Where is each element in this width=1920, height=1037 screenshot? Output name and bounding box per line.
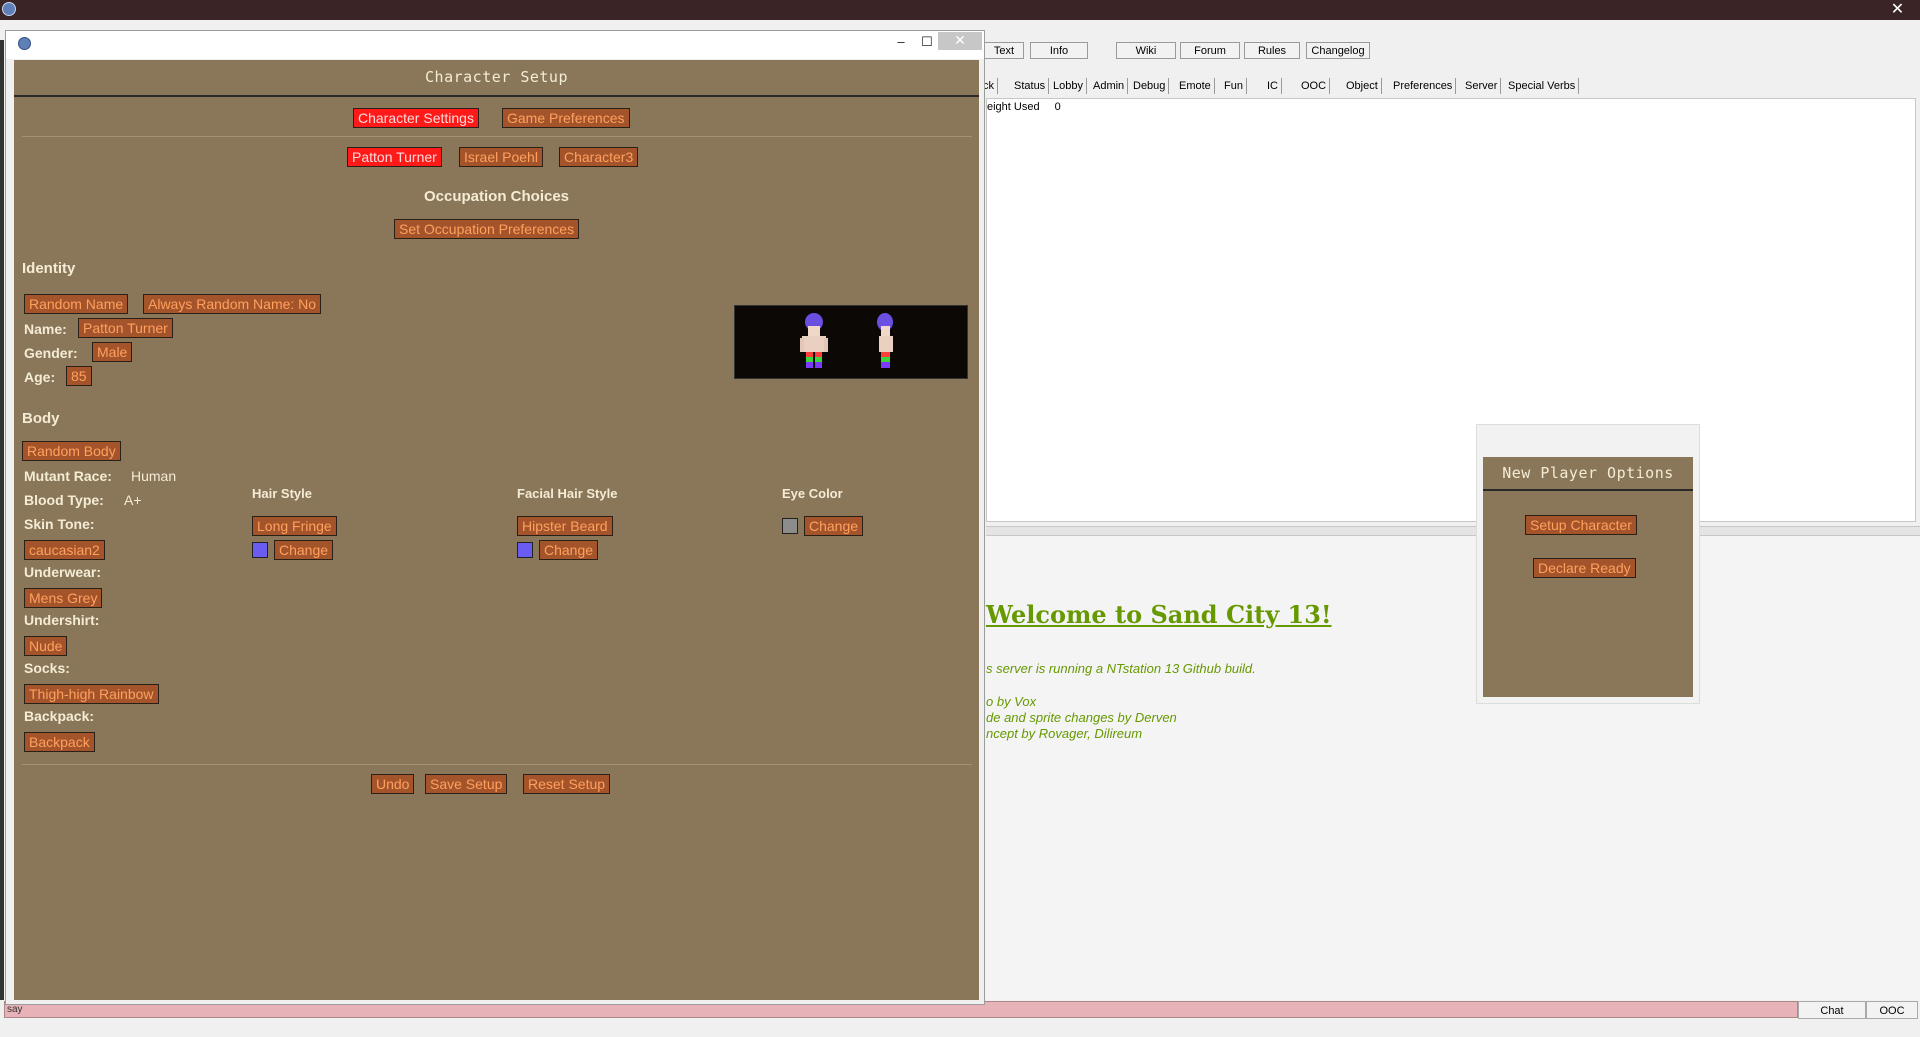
- character-setup-panel: Character Setup Character Settings Game …: [14, 60, 979, 1000]
- backpack-button[interactable]: Backpack: [24, 732, 95, 752]
- tab-admin[interactable]: Admin: [1090, 78, 1129, 94]
- ooc-button[interactable]: OOC: [1866, 1001, 1918, 1019]
- stat-row: eight Used 0: [987, 101, 1061, 113]
- undershirt-label: Undershirt:: [24, 612, 100, 628]
- slot-character3[interactable]: Character3: [559, 147, 639, 167]
- output-line: s server is running a NTstation 13 Githu…: [986, 661, 1256, 676]
- tab-fun[interactable]: Fun: [1221, 78, 1247, 94]
- eye-color-change-button[interactable]: Change: [804, 516, 864, 536]
- globe-icon: [18, 37, 31, 50]
- facial-hair-heading: Facial Hair Style: [517, 486, 618, 501]
- tab-preferences[interactable]: Preferences: [1390, 78, 1457, 94]
- name-label: Name:: [24, 321, 67, 337]
- globe-icon: [2, 2, 16, 16]
- hair-color-change-button[interactable]: Change: [274, 540, 334, 560]
- blood-type-label: Blood Type:: [24, 492, 104, 508]
- mutant-race-label: Mutant Race:: [24, 468, 112, 484]
- blood-type-value: A+: [124, 492, 142, 508]
- socks-button[interactable]: Thigh-high Rainbow: [24, 684, 159, 704]
- tab-server[interactable]: Server: [1462, 78, 1502, 94]
- close-icon[interactable]: ✕: [1875, 0, 1920, 20]
- facial-hair-button[interactable]: Hipster Beard: [517, 516, 613, 536]
- tab-ic[interactable]: IC: [1264, 78, 1282, 94]
- changelog-button[interactable]: Changelog: [1306, 42, 1370, 59]
- age-label: Age:: [24, 369, 56, 385]
- setup-character-button[interactable]: Setup Character: [1525, 515, 1637, 535]
- output-line: de and sprite changes by Derven: [986, 710, 1177, 725]
- output-pane: Welcome to Sand City 13! s server is run…: [986, 536, 1920, 1000]
- declare-ready-button[interactable]: Declare Ready: [1533, 558, 1636, 578]
- occupation-heading: Occupation Choices: [423, 188, 570, 205]
- random-body-button[interactable]: Random Body: [22, 441, 121, 461]
- body-heading: Body: [22, 410, 60, 427]
- hair-color-swatch: [252, 542, 268, 558]
- hair-style-button[interactable]: Long Fringe: [252, 516, 337, 536]
- forum-button[interactable]: Forum: [1180, 42, 1240, 59]
- underwear-button[interactable]: Mens Grey: [24, 588, 103, 608]
- welcome-heading[interactable]: Welcome to Sand City 13!: [986, 600, 1331, 629]
- wiki-button[interactable]: Wiki: [1116, 42, 1176, 59]
- window-edge: [0, 40, 4, 1000]
- eye-color-swatch: [782, 518, 798, 534]
- stat-value: 0: [1054, 101, 1061, 113]
- new-player-options-title: New Player Options: [1483, 457, 1693, 491]
- text-button[interactable]: Text: [984, 42, 1024, 59]
- character-preview: [734, 305, 968, 379]
- slot-patton-turner[interactable]: Patton Turner: [347, 147, 442, 167]
- save-setup-button[interactable]: Save Setup: [425, 774, 508, 794]
- tab-status[interactable]: Status: [1011, 78, 1050, 94]
- mutant-race-value: Human: [131, 468, 177, 484]
- skin-tone-button[interactable]: caucasian2: [24, 540, 105, 560]
- underwear-label: Underwear:: [24, 564, 102, 580]
- new-player-options-window: New Player Options Setup Character Decla…: [1476, 424, 1700, 704]
- new-player-options-panel: New Player Options Setup Character Decla…: [1483, 457, 1693, 697]
- status-strip: [0, 1020, 1920, 1037]
- facial-hair-color-swatch: [517, 542, 533, 558]
- rules-button[interactable]: Rules: [1244, 42, 1300, 59]
- undo-button[interactable]: Undo: [371, 774, 415, 794]
- reset-setup-button[interactable]: Reset Setup: [523, 774, 611, 794]
- stat-panel: eight Used 0: [986, 98, 1916, 522]
- socks-label: Socks:: [24, 660, 70, 676]
- always-random-name-button[interactable]: Always Random Name: No: [143, 294, 322, 314]
- menu-bar: [0, 20, 1920, 30]
- stat-label: eight Used: [987, 101, 1040, 113]
- tab-game-preferences[interactable]: Game Preferences: [502, 108, 630, 128]
- random-name-button[interactable]: Random Name: [24, 294, 129, 314]
- tab-emote[interactable]: Emote: [1176, 78, 1215, 94]
- divider: [22, 136, 972, 137]
- app-title-bar: ✕: [0, 0, 1920, 20]
- gender-button[interactable]: Male: [92, 342, 133, 362]
- close-icon[interactable]: ✕: [938, 32, 982, 50]
- window-title-bar: – ☐ ✕: [6, 31, 984, 59]
- chat-button[interactable]: Chat: [1798, 1001, 1866, 1019]
- skin-tone-label: Skin Tone:: [24, 516, 95, 532]
- eye-color-heading: Eye Color: [782, 486, 843, 501]
- identity-heading: Identity: [22, 260, 76, 277]
- tab-ooc[interactable]: OOC: [1298, 78, 1331, 94]
- pane-splitter[interactable]: [986, 526, 1920, 536]
- tab-character-settings[interactable]: Character Settings: [353, 108, 479, 128]
- tab-debug[interactable]: Debug: [1130, 78, 1170, 94]
- facial-hair-color-change-button[interactable]: Change: [539, 540, 599, 560]
- undershirt-button[interactable]: Nude: [24, 636, 68, 656]
- tab-object[interactable]: Object: [1343, 78, 1382, 94]
- gender-label: Gender:: [24, 345, 78, 361]
- backpack-label: Backpack:: [24, 708, 95, 724]
- info-button[interactable]: Info: [1030, 42, 1088, 59]
- tab-lobby[interactable]: Lobby: [1050, 78, 1087, 94]
- divider: [22, 764, 972, 765]
- name-button[interactable]: Patton Turner: [78, 318, 173, 338]
- character-sprite-icon: [800, 313, 893, 368]
- output-line: ncept by Rovager, Dilireum: [986, 726, 1143, 741]
- age-button[interactable]: 85: [66, 366, 92, 386]
- occupation-preferences-button[interactable]: Set Occupation Preferences: [394, 219, 580, 239]
- hair-style-heading: Hair Style: [252, 486, 312, 501]
- output-line: o by Vox: [986, 694, 1037, 709]
- panel-title: Character Setup: [14, 60, 979, 97]
- tab-special-verbs[interactable]: Special Verbs: [1505, 78, 1580, 94]
- slot-israel-poehl[interactable]: Israel Poehl: [459, 147, 543, 167]
